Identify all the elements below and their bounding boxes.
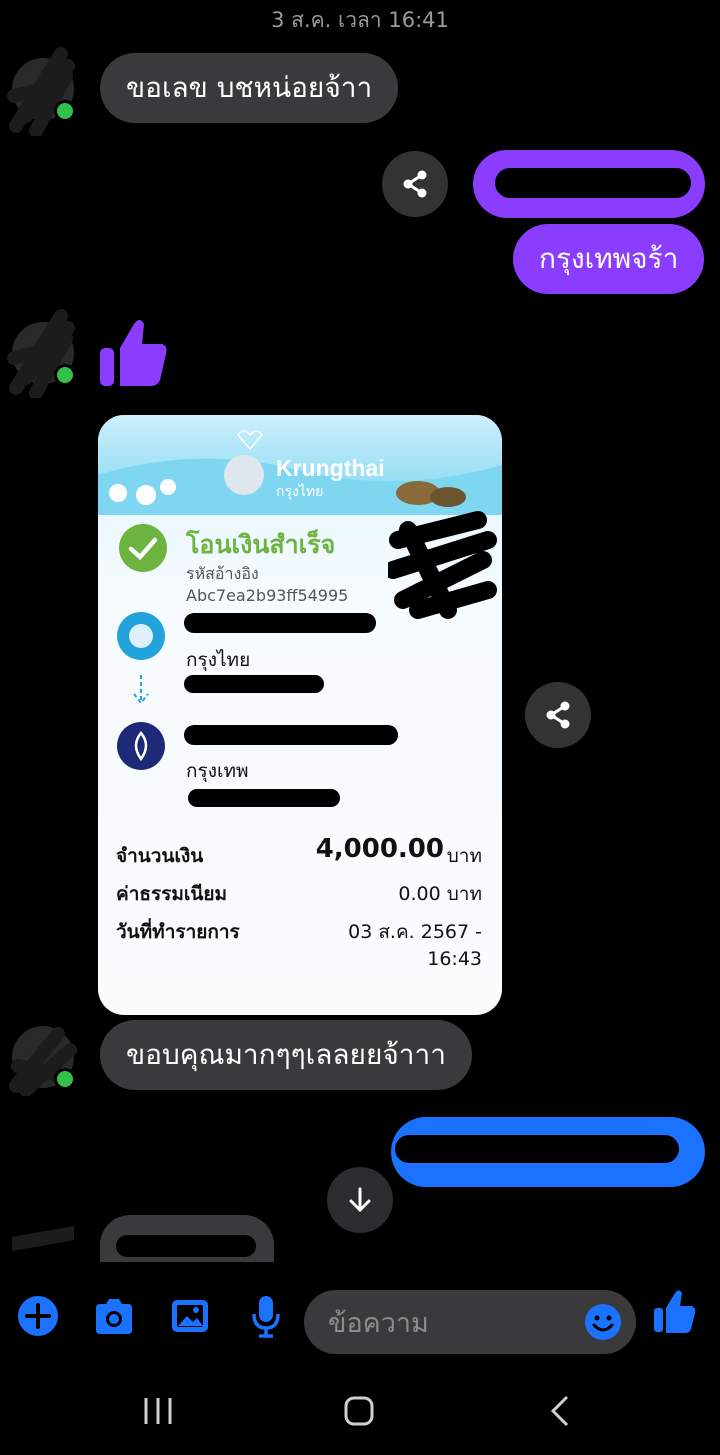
scroll-to-bottom-button[interactable] xyxy=(327,1167,393,1233)
redaction-mark xyxy=(116,1235,256,1257)
redaction-mark xyxy=(184,725,398,745)
emoji-icon[interactable] xyxy=(583,1302,623,1342)
transfer-receipt-image[interactable]: Krungthai กรุงไทย โอนเงินสำเร็จ รหัสอ้าง… xyxy=(98,415,502,1015)
home-icon[interactable] xyxy=(343,1395,375,1427)
krungthai-logo-thai: กรุงไทย xyxy=(276,484,324,500)
sender-bank: กรุงไทย xyxy=(186,649,251,671)
recent-apps-icon[interactable] xyxy=(142,1396,174,1426)
share-button[interactable] xyxy=(382,151,448,217)
krungthai-logo-text: Krungthai xyxy=(276,455,385,481)
redaction-mark xyxy=(395,1135,679,1163)
gallery-icon[interactable] xyxy=(170,1298,210,1336)
share-icon xyxy=(546,701,570,729)
transfer-status: โอนเงินสำเร็จ xyxy=(186,530,336,559)
redaction-mark xyxy=(495,168,691,198)
receipt-banner: Krungthai กรุงไทย xyxy=(98,415,502,515)
back-icon[interactable] xyxy=(548,1394,572,1428)
date-value: 03 ส.ค. 2567 - xyxy=(348,921,482,943)
like-icon[interactable] xyxy=(654,1290,696,1334)
outgoing-message[interactable]: กรุงเทพจร้า xyxy=(513,224,705,294)
contact-avatar[interactable] xyxy=(9,1026,77,1096)
arrow-down-icon xyxy=(133,675,149,705)
bangkok-bank-icon xyxy=(117,722,165,770)
krungthai-bank-icon xyxy=(117,612,165,660)
contact-avatar[interactable] xyxy=(7,309,76,398)
reference-value: Abc7ea2b93ff54995 xyxy=(186,586,349,605)
scribble-redaction xyxy=(388,511,497,619)
online-indicator xyxy=(54,364,76,386)
incoming-message-redacted[interactable] xyxy=(100,1215,274,1263)
message-input[interactable] xyxy=(326,1290,580,1356)
online-indicator xyxy=(54,100,76,122)
scribble-redaction xyxy=(12,1226,74,1251)
redaction-mark xyxy=(184,613,376,633)
microphone-icon[interactable] xyxy=(250,1294,282,1338)
contact-avatar[interactable] xyxy=(12,1224,74,1264)
share-button[interactable] xyxy=(525,682,591,748)
online-indicator xyxy=(54,1068,76,1090)
success-check-icon xyxy=(119,524,167,572)
chat-timestamp: 3 ส.ค. เวลา 16:41 xyxy=(271,8,449,32)
share-icon xyxy=(403,170,427,198)
contact-avatar[interactable] xyxy=(7,47,76,136)
time-value: 16:43 xyxy=(427,948,482,970)
outgoing-message-redacted[interactable] xyxy=(473,150,705,218)
arrow-down-icon xyxy=(349,1187,371,1213)
amount-unit: บาท xyxy=(446,845,482,867)
receiver-bank: กรุงเทพ xyxy=(186,760,249,782)
outgoing-message-redacted[interactable] xyxy=(391,1117,705,1187)
message-input-box[interactable] xyxy=(304,1290,636,1356)
amount-label: จำนวนเงิน xyxy=(116,845,204,867)
incoming-message[interactable]: ขอบคุณมากๆๆเลลยยจ้าาา xyxy=(100,1020,472,1090)
date-label: วันที่ทำรายการ xyxy=(116,921,240,943)
redaction-mark xyxy=(184,675,324,693)
like-sticker-icon[interactable] xyxy=(100,318,168,392)
reference-label: รหัสอ้างอิง xyxy=(186,564,259,583)
amount-value: 4,000.00 xyxy=(315,834,444,864)
incoming-message[interactable]: ขอเลข บชหน่อยจ้าา xyxy=(100,53,399,123)
system-nav-bar xyxy=(0,1370,720,1455)
fee-label: ค่าธรรมเนียม xyxy=(116,883,228,905)
plus-icon[interactable] xyxy=(16,1294,60,1338)
fee-value: 0.00 บาท xyxy=(398,883,482,905)
redaction-mark xyxy=(188,789,340,807)
camera-icon[interactable] xyxy=(92,1298,136,1336)
scribble-redaction xyxy=(7,47,75,136)
